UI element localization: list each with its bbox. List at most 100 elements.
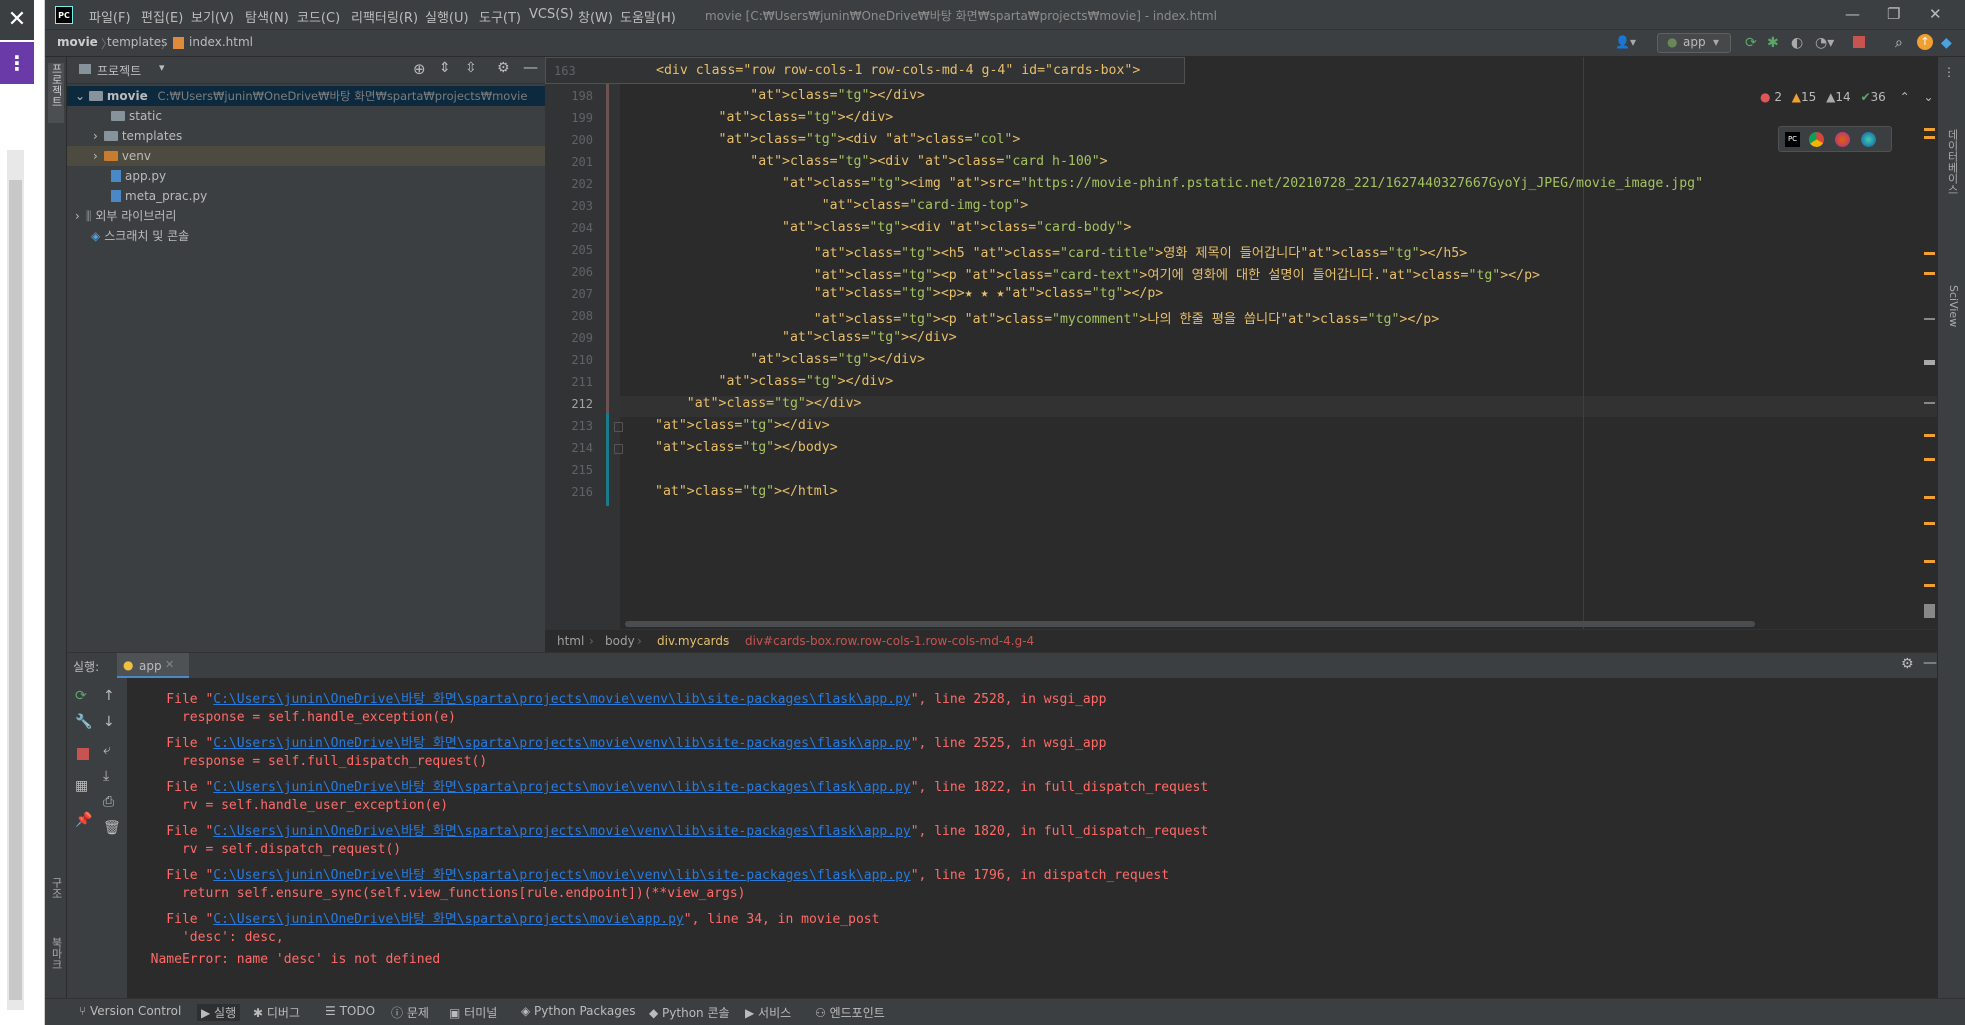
- crumb-html[interactable]: html: [557, 634, 584, 648]
- tree-item-static[interactable]: static: [67, 106, 545, 126]
- menu-file[interactable]: 파일(F): [89, 7, 131, 26]
- crumb-cards-box[interactable]: div#cards-box.row.row-cols-1.row-cols-md…: [745, 634, 1034, 648]
- stripe-mark[interactable]: [1924, 402, 1935, 404]
- stripe-mark[interactable]: [1924, 272, 1935, 275]
- tool-todo[interactable]: ☰ TODO: [325, 1004, 375, 1018]
- menu-code[interactable]: 코드(C): [297, 7, 340, 26]
- stripe-mark[interactable]: [1924, 360, 1935, 365]
- menu-run[interactable]: 실행(U): [425, 7, 469, 26]
- hide-icon[interactable]: —: [1923, 655, 1937, 671]
- menu-vcs[interactable]: VCS(S): [529, 7, 574, 22]
- minimize-icon[interactable]: —: [1845, 5, 1860, 23]
- tree-item-meta-prac-py[interactable]: meta_prac.py: [67, 186, 545, 206]
- chevron-down-icon[interactable]: ⌄: [75, 89, 85, 103]
- menu-edit[interactable]: 편집(E): [141, 7, 183, 26]
- chevron-down-icon[interactable]: ▾: [1713, 35, 1719, 49]
- close-icon[interactable]: ✕: [0, 0, 34, 40]
- firefox-icon[interactable]: [1835, 132, 1850, 147]
- gear-icon[interactable]: ⚙: [1901, 656, 1914, 672]
- stripe-mark[interactable]: [1924, 434, 1935, 437]
- run-output-console[interactable]: File "C:\Users\junin\OneDrive\바탕 화면\spar…: [127, 678, 1937, 998]
- print-icon[interactable]: ⎙: [103, 794, 114, 810]
- restore-icon[interactable]: ❐: [1887, 5, 1900, 23]
- tool-problems[interactable]: ⓘ 문제: [391, 1004, 429, 1021]
- window-close-icon[interactable]: ✕: [1929, 5, 1942, 23]
- tool-services[interactable]: ▶ 서비스: [745, 1004, 791, 1021]
- breadcrumb-project[interactable]: movie: [57, 35, 98, 49]
- pin-icon[interactable]: 📌: [75, 812, 92, 828]
- breadcrumb-file[interactable]: index.html: [189, 35, 253, 49]
- wrench-icon[interactable]: 🔧: [75, 714, 92, 730]
- tool-python-packages[interactable]: ◈ Python Packages: [521, 1004, 635, 1018]
- tree-item-scratches[interactable]: ◈ 스크래치 및 콘솔: [67, 226, 545, 246]
- tool-database-tab[interactable]: 데이터베이스: [1944, 129, 1960, 269]
- menu-refactor[interactable]: 리팩터링(R): [351, 7, 418, 26]
- error-stripe[interactable]: [1922, 84, 1937, 629]
- soft-wrap-icon[interactable]: ⤶: [103, 742, 111, 758]
- tool-structure-tab[interactable]: 구조: [48, 877, 64, 917]
- stripe-mark[interactable]: [1924, 136, 1935, 139]
- arrow-up-icon[interactable]: ↑: [103, 688, 115, 704]
- menu-navigate[interactable]: 탐색(N): [245, 7, 289, 26]
- chrome-icon[interactable]: [1809, 132, 1824, 147]
- user-icon[interactable]: 👤▾: [1615, 35, 1636, 49]
- console-file-link[interactable]: C:\Users\junin\OneDrive\바탕 화면\sparta\pro…: [213, 824, 910, 839]
- console-file-link[interactable]: C:\Users\junin\OneDrive\바탕 화면\sparta\pro…: [213, 780, 910, 795]
- collapse-all-icon[interactable]: ⇳: [465, 60, 477, 76]
- jetbrains-icon[interactable]: ◆: [1941, 35, 1952, 51]
- console-file-link[interactable]: C:\Users\junin\OneDrive\바탕 화면\sparta\pro…: [213, 912, 683, 927]
- tool-terminal[interactable]: ▣ 터미널: [449, 1004, 497, 1021]
- crumb-mycards[interactable]: div.mycards: [657, 634, 729, 648]
- run-tab-label[interactable]: app: [139, 659, 162, 673]
- search-icon[interactable]: ⌕: [1895, 35, 1903, 51]
- crumb-body[interactable]: body: [605, 634, 635, 648]
- console-file-link[interactable]: C:\Users\junin\OneDrive\바탕 화면\sparta\pro…: [213, 736, 910, 751]
- inspection-widget[interactable]: ● 2 ▲15 ▲14 ✔36 ⌃ ⌄: [1760, 90, 1934, 104]
- menu-window[interactable]: 창(W): [578, 7, 613, 26]
- stripe-mark[interactable]: [1924, 458, 1935, 461]
- trash-icon[interactable]: 🗑: [103, 820, 121, 836]
- chevron-up-icon[interactable]: ⌃: [1900, 90, 1910, 104]
- stripe-mark[interactable]: [1924, 560, 1935, 563]
- chevron-right-icon[interactable]: ›: [75, 209, 80, 223]
- stripe-mark[interactable]: [1924, 604, 1935, 618]
- tool-sciview-tab[interactable]: SciView: [1944, 285, 1960, 355]
- tree-item-external-libs[interactable]: › ⫼ 외부 라이브러리: [67, 206, 545, 226]
- debug-icon[interactable]: ✱: [1767, 35, 1779, 51]
- hide-icon[interactable]: —: [523, 58, 538, 76]
- arrow-down-icon[interactable]: ↓: [103, 714, 115, 730]
- stop-icon[interactable]: [1853, 36, 1865, 48]
- tree-item-app-py[interactable]: app.py: [67, 166, 545, 186]
- tool-project-tab[interactable]: 프로젝트: [48, 63, 64, 123]
- menu-help[interactable]: 도움말(H): [620, 7, 676, 26]
- menu-tools[interactable]: 도구(T): [479, 7, 521, 26]
- notifications-icon[interactable]: ⋮: [1943, 65, 1955, 79]
- stripe-mark[interactable]: [1924, 496, 1935, 499]
- stripe-mark[interactable]: [1924, 584, 1935, 587]
- close-tab-icon[interactable]: ✕: [165, 658, 174, 671]
- stripe-mark[interactable]: [1924, 318, 1935, 320]
- profile-icon[interactable]: ◔▾: [1815, 35, 1834, 51]
- tool-python-console[interactable]: ◆ Python 콘솔: [649, 1004, 730, 1021]
- tool-endpoints[interactable]: ⚇ 엔드포인트: [815, 1004, 885, 1021]
- project-panel-title[interactable]: 프로젝트: [97, 62, 141, 79]
- tool-run[interactable]: ▶ 실행: [197, 1004, 241, 1021]
- more-vert-icon[interactable]: ⋮: [0, 42, 34, 84]
- tree-item-root[interactable]: ⌄ movie C:₩Users₩junin₩OneDrive₩바탕 화면₩sp…: [67, 86, 545, 106]
- stripe-mark[interactable]: [1924, 252, 1935, 255]
- tool-version-control[interactable]: ⑂ Version Control: [79, 1004, 181, 1018]
- stop-icon[interactable]: [77, 748, 89, 760]
- tool-bookmarks-tab[interactable]: 북마크: [48, 937, 64, 987]
- scroll-to-end-icon[interactable]: ⤓: [103, 768, 109, 784]
- tree-item-venv[interactable]: › venv: [67, 146, 545, 166]
- gear-icon[interactable]: ⚙: [497, 60, 510, 76]
- breadcrumb-folder[interactable]: templates: [107, 35, 167, 49]
- locate-icon[interactable]: ⊕: [413, 60, 426, 78]
- fold-marker-icon[interactable]: [614, 444, 623, 454]
- console-file-link[interactable]: C:\Users\junin\OneDrive\바탕 화면\sparta\pro…: [213, 868, 910, 883]
- pycharm-browser-icon[interactable]: PC: [1785, 132, 1800, 147]
- chevron-right-icon[interactable]: ›: [93, 149, 98, 163]
- horizontal-scrollbar[interactable]: [625, 621, 1755, 627]
- fold-marker-icon[interactable]: [614, 422, 623, 432]
- tree-item-templates[interactable]: › templates: [67, 126, 545, 146]
